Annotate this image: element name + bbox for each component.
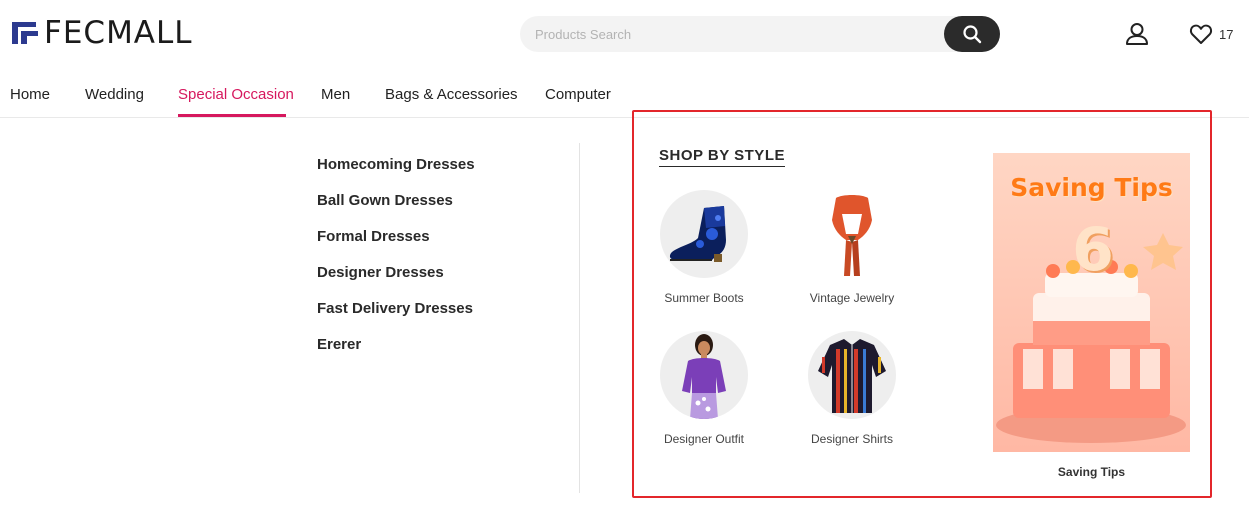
link-ererer[interactable]: Ererer <box>317 336 475 372</box>
category-links: Homecoming Dresses Ball Gown Dresses For… <box>317 156 475 372</box>
style-label-vintage-jewelry: Vintage Jewelry <box>809 291 895 305</box>
style-item-designer-outfit[interactable]: Designer Outfit <box>634 331 774 446</box>
promo-title: Saving Tips <box>1010 173 1173 202</box>
link-fast-delivery-dresses[interactable]: Fast Delivery Dresses <box>317 300 475 336</box>
promo-banner[interactable]: Saving Tips 6 <box>993 153 1190 452</box>
column-divider <box>579 143 580 493</box>
nav-item-home[interactable]: Home <box>10 86 50 103</box>
style-item-summer-boots[interactable]: Summer Boots <box>634 190 774 305</box>
striped-shirt-image <box>808 331 896 419</box>
link-homecoming-dresses[interactable]: Homecoming Dresses <box>317 156 475 192</box>
promo-number: 6 <box>1072 215 1114 285</box>
user-icon <box>1126 23 1148 45</box>
scarf-necklace-image <box>808 190 896 278</box>
logo[interactable]: FECMALL <box>10 16 193 50</box>
link-designer-dresses[interactable]: Designer Dresses <box>317 264 475 300</box>
search-button[interactable] <box>944 16 1000 52</box>
shop-by-style-title: SHOP BY STYLE <box>659 147 785 167</box>
nav-item-wedding[interactable]: Wedding <box>85 86 144 103</box>
logo-mark-icon <box>12 22 38 44</box>
nav-item-special-occasion[interactable]: Special Occasion <box>178 86 294 103</box>
nav-item-bags-accessories[interactable]: Bags & Accessories <box>385 86 518 103</box>
search-input[interactable] <box>535 16 935 52</box>
woman-outfit-image <box>660 331 748 419</box>
style-label-designer-shirts: Designer Shirts <box>810 432 894 446</box>
style-item-designer-shirts[interactable]: Designer Shirts <box>782 331 922 446</box>
account-button[interactable] <box>1124 21 1150 47</box>
search-icon <box>963 25 982 44</box>
wishlist-button[interactable]: 17 <box>1189 21 1233 47</box>
nav-item-men[interactable]: Men <box>321 86 350 103</box>
promo-caption: Saving Tips <box>1057 465 1126 479</box>
search-bar <box>520 16 1000 52</box>
link-formal-dresses[interactable]: Formal Dresses <box>317 228 475 264</box>
active-nav-underline <box>178 114 286 117</box>
link-ball-gown-dresses[interactable]: Ball Gown Dresses <box>317 192 475 228</box>
boot-image <box>660 190 748 278</box>
logo-text: FECMALL <box>44 15 193 51</box>
style-item-vintage-jewelry[interactable]: Vintage Jewelry <box>782 190 922 305</box>
wishlist-count: 17 <box>1219 26 1234 42</box>
style-label-summer-boots: Summer Boots <box>664 291 744 305</box>
heart-icon <box>1189 24 1213 44</box>
style-label-designer-outfit: Designer Outfit <box>663 432 745 446</box>
nav-item-computer[interactable]: Computer <box>545 86 611 103</box>
